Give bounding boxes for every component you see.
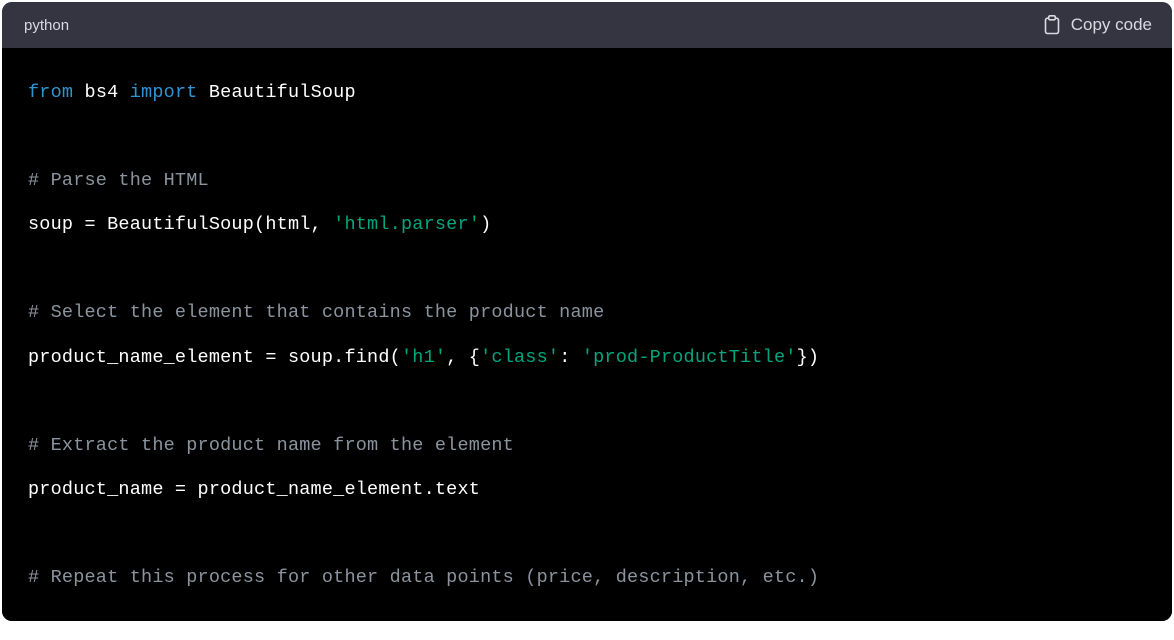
code-token: , {	[446, 347, 480, 368]
code-token: from	[28, 82, 73, 103]
code-block: python Copy code from bs4 import Beautif…	[2, 2, 1172, 621]
code-token: )	[480, 214, 491, 235]
code-token: BeautifulSoup	[198, 82, 356, 103]
code-token: 'class'	[480, 347, 559, 368]
code-token: # Extract the product name from the elem…	[28, 435, 514, 456]
code-token: # Parse the HTML	[28, 170, 209, 191]
code-token: })	[797, 347, 820, 368]
copy-code-button[interactable]: Copy code	[1043, 15, 1152, 35]
code-token: bs4	[73, 82, 130, 103]
code-token: 'h1'	[401, 347, 446, 368]
code-token: soup = BeautifulSoup(html,	[28, 214, 333, 235]
clipboard-icon	[1043, 15, 1061, 35]
code-token: product_name_element = soup.find(	[28, 347, 401, 368]
code-content: from bs4 import BeautifulSoup # Parse th…	[28, 82, 819, 588]
code-token: product_name = product_name_element.text	[28, 479, 480, 500]
code-token: 'html.parser'	[333, 214, 480, 235]
code-token: # Repeat this process for other data poi…	[28, 567, 819, 588]
code-token: :	[559, 347, 582, 368]
copy-code-label: Copy code	[1071, 15, 1152, 35]
code-token: # Select the element that contains the p…	[28, 302, 604, 323]
code-header: python Copy code	[2, 2, 1172, 48]
code-token: 'prod-ProductTitle'	[582, 347, 797, 368]
language-label: python	[24, 17, 69, 34]
code-token: import	[130, 82, 198, 103]
code-body: from bs4 import BeautifulSoup # Parse th…	[2, 48, 1172, 621]
